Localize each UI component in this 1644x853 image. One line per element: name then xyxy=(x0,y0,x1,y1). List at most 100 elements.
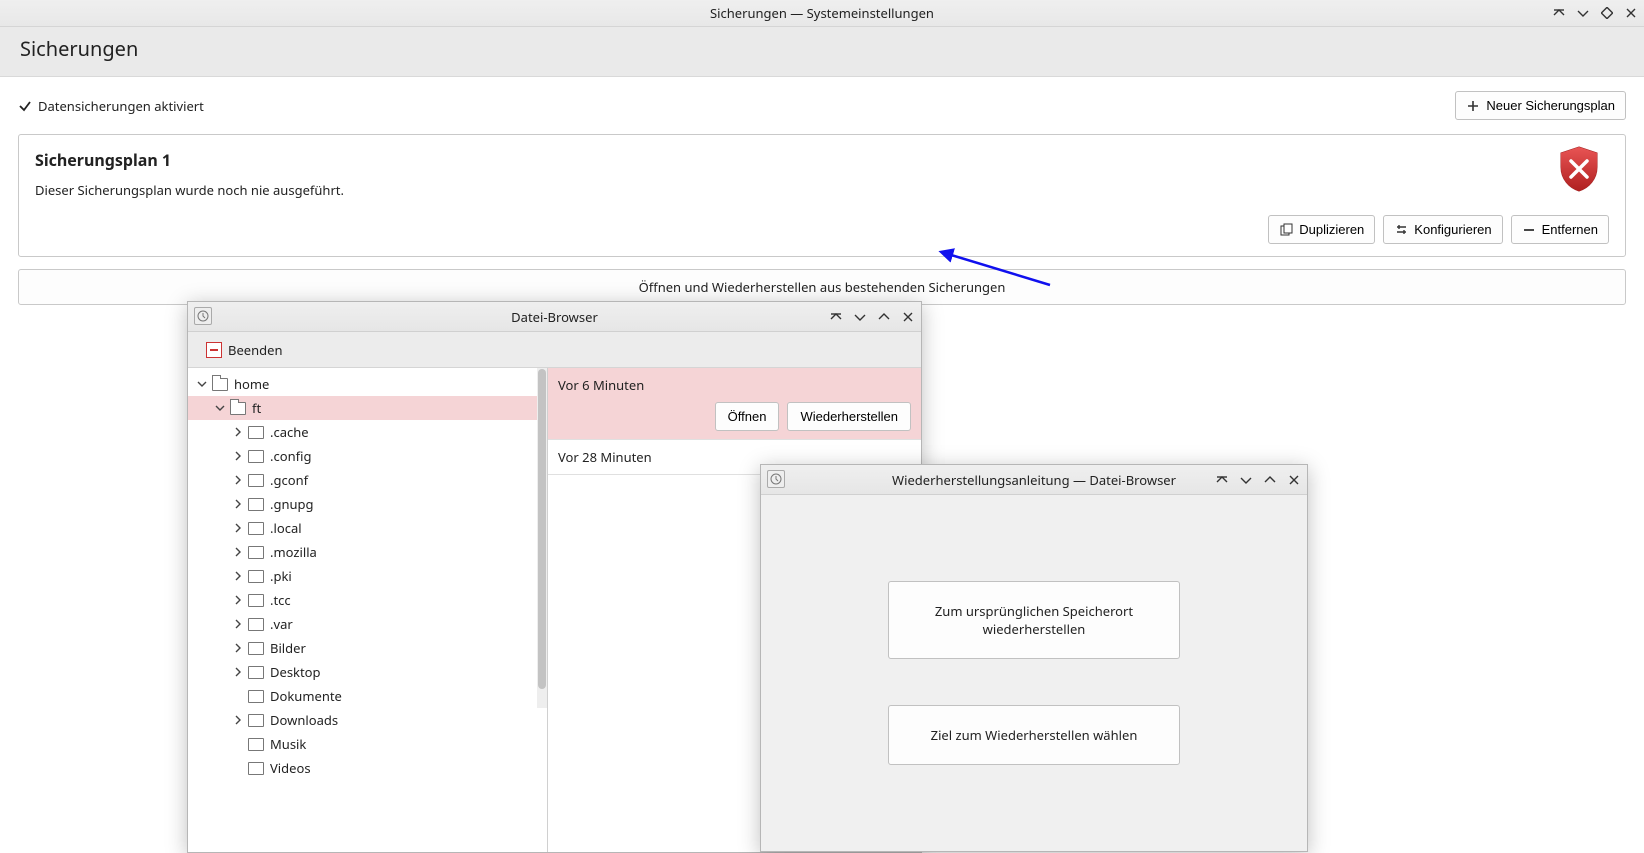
tree-row[interactable]: .var xyxy=(188,612,547,636)
duplicate-button[interactable]: Duplizieren xyxy=(1268,215,1375,244)
tree-row[interactable]: Musik xyxy=(188,732,547,756)
tree-row[interactable]: .mozilla xyxy=(188,540,547,564)
backups-enabled-checkbox[interactable]: Datensicherungen aktiviert xyxy=(18,97,204,115)
tree-row[interactable]: .local xyxy=(188,516,547,540)
chevron-right-icon[interactable] xyxy=(230,568,246,584)
new-backup-plan-label: Neuer Sicherungsplan xyxy=(1486,98,1615,113)
plus-icon xyxy=(1466,99,1480,113)
minimize-icon[interactable] xyxy=(1239,473,1253,487)
tree-row[interactable]: .cache xyxy=(188,420,547,444)
folder-tree[interactable]: homeft .cache .config .gconf .gnupg .local .mo… xyxy=(188,368,548,852)
chevron-right-icon[interactable] xyxy=(230,544,246,560)
tree-row[interactable]: Desktop xyxy=(188,660,547,684)
tree-row[interactable]: .tcc xyxy=(188,588,547,612)
keep-above-icon[interactable] xyxy=(1215,473,1229,487)
chevron-right-icon[interactable] xyxy=(230,472,246,488)
quit-icon xyxy=(206,342,222,358)
tree-label: .config xyxy=(270,447,311,465)
chevron-right-icon[interactable] xyxy=(230,424,246,440)
chevron-right-icon[interactable] xyxy=(230,520,246,536)
configure-button[interactable]: Konfigurieren xyxy=(1383,215,1502,244)
folder-icon xyxy=(248,450,264,463)
tree-label: Videos xyxy=(270,759,311,777)
restore-version-button[interactable]: Wiederherstellen xyxy=(787,402,911,431)
content-body: Datensicherungen aktiviert Neuer Sicheru… xyxy=(0,77,1644,319)
quit-button[interactable]: Beenden xyxy=(198,337,291,363)
folder-icon xyxy=(212,378,228,391)
chevron-down-icon[interactable] xyxy=(212,400,228,416)
choose-restore-target-button[interactable]: Ziel zum Wiederherstellen wählen xyxy=(888,705,1180,765)
chevron-right-icon[interactable] xyxy=(230,640,246,656)
tree-label: Musik xyxy=(270,735,306,753)
tree-label: .cache xyxy=(270,423,309,441)
maximize-icon[interactable] xyxy=(1600,6,1614,20)
tree-label: .local xyxy=(270,519,302,537)
tree-row[interactable]: home xyxy=(188,372,547,396)
tree-row[interactable]: Bilder xyxy=(188,636,547,660)
tree-row[interactable]: Downloads xyxy=(188,708,547,732)
close-icon[interactable] xyxy=(1624,6,1638,20)
backups-enabled-label: Datensicherungen aktiviert xyxy=(38,97,204,115)
folder-icon xyxy=(248,570,264,583)
restore-guide-body: Zum ursprünglichen Speicherort wiederher… xyxy=(761,495,1307,851)
file-browser-title: Datei-Browser xyxy=(511,308,598,326)
chevron-right-icon[interactable] xyxy=(230,616,246,632)
maximize-icon[interactable] xyxy=(877,310,891,324)
check-icon xyxy=(18,99,32,113)
tree-row[interactable]: .pki xyxy=(188,564,547,588)
app-icon xyxy=(194,307,212,325)
window-title: Sicherungen — Systemeinstellungen xyxy=(710,4,934,22)
configure-label: Konfigurieren xyxy=(1414,222,1491,237)
close-icon[interactable] xyxy=(1287,473,1301,487)
folder-icon xyxy=(248,690,264,703)
window-controls xyxy=(1552,0,1638,26)
open-restore-label: Öffnen und Wiederherstellen aus bestehen… xyxy=(639,278,1006,296)
tree-row[interactable]: Dokumente xyxy=(188,684,547,708)
folder-icon xyxy=(248,666,264,679)
keep-above-icon[interactable] xyxy=(829,310,843,324)
folder-icon xyxy=(248,546,264,559)
tree-row[interactable]: ft xyxy=(188,396,547,420)
minimize-icon[interactable] xyxy=(1576,6,1590,20)
tree-scrollbar[interactable] xyxy=(537,368,547,708)
quit-label: Beenden xyxy=(228,341,283,359)
version-item[interactable]: Vor 6 Minuten ÖffnenWiederherstellen xyxy=(548,368,921,440)
tree-row[interactable]: .gconf xyxy=(188,468,547,492)
minimize-icon[interactable] xyxy=(853,310,867,324)
shield-warning-icon xyxy=(1557,145,1601,193)
chevron-down-icon[interactable] xyxy=(194,376,210,392)
tree-row[interactable]: Videos xyxy=(188,756,547,780)
file-browser-toolbar: Beenden xyxy=(188,332,921,368)
remove-label: Entfernen xyxy=(1542,222,1598,237)
folder-icon xyxy=(248,642,264,655)
new-backup-plan-button[interactable]: Neuer Sicherungsplan xyxy=(1455,91,1626,120)
open-version-button[interactable]: Öffnen xyxy=(715,402,780,431)
tree-row[interactable]: .config xyxy=(188,444,547,468)
restore-original-location-label: Zum ursprünglichen Speicherort wiederher… xyxy=(935,602,1133,638)
tree-row[interactable]: .gnupg xyxy=(188,492,547,516)
maximize-icon[interactable] xyxy=(1263,473,1277,487)
folder-icon xyxy=(248,762,264,775)
tree-label: .tcc xyxy=(270,591,291,609)
chevron-right-icon[interactable] xyxy=(230,664,246,680)
configure-icon xyxy=(1394,223,1408,237)
tree-label: .gnupg xyxy=(270,495,314,513)
remove-button[interactable]: Entfernen xyxy=(1511,215,1609,244)
restore-guide-title: Wiederherstellungsanleitung — Datei-Brow… xyxy=(892,471,1176,489)
close-icon[interactable] xyxy=(901,310,915,324)
tree-label: .gconf xyxy=(270,471,308,489)
restore-guide-titlebar: Wiederherstellungsanleitung — Datei-Brow… xyxy=(761,465,1307,495)
folder-icon xyxy=(248,474,264,487)
tree-label: Bilder xyxy=(270,639,306,657)
choose-restore-target-label: Ziel zum Wiederherstellen wählen xyxy=(931,726,1138,744)
chevron-right-icon[interactable] xyxy=(230,712,246,728)
open-restore-button[interactable]: Öffnen und Wiederherstellen aus bestehen… xyxy=(18,269,1626,305)
chevron-right-icon[interactable] xyxy=(230,592,246,608)
folder-icon xyxy=(248,618,264,631)
restore-original-location-button[interactable]: Zum ursprünglichen Speicherort wiederher… xyxy=(888,581,1180,659)
version-label: Vor 6 Minuten xyxy=(558,376,911,394)
keep-above-icon[interactable] xyxy=(1552,6,1566,20)
chevron-right-icon[interactable] xyxy=(230,448,246,464)
tree-label: .pki xyxy=(270,567,292,585)
chevron-right-icon[interactable] xyxy=(230,496,246,512)
